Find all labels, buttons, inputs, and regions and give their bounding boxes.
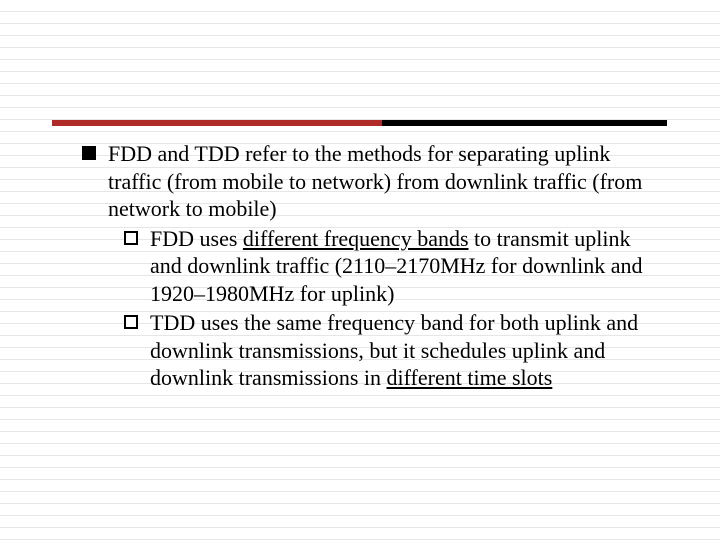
sub-bullet-2: TDD uses the same frequency band for bot… [0,309,720,392]
bullet-filled-icon [82,146,96,160]
bullet-main: FDD and TDD refer to the methods for sep… [0,140,720,223]
sub-bullet-2-text: TDD uses the same frequency band for bot… [150,309,660,392]
slide-content: FDD and TDD refer to the methods for sep… [0,0,720,392]
sub-bullet-1: FDD uses different frequency bands to tr… [0,225,720,308]
sub2-underlined: different time slots [387,365,553,390]
bullet-outline-icon [124,231,138,245]
bullet-main-text: FDD and TDD refer to the methods for sep… [108,140,660,223]
divider-red [52,120,382,126]
bullet-main-content: FDD and TDD refer to the methods for sep… [108,141,642,221]
divider-black [382,120,667,126]
sub-bullet-1-text: FDD uses different frequency bands to tr… [150,225,660,308]
sub1-underlined: different frequency bands [243,226,469,251]
sub1-prefix: FDD uses [150,226,243,251]
bullet-outline-icon [124,315,138,329]
